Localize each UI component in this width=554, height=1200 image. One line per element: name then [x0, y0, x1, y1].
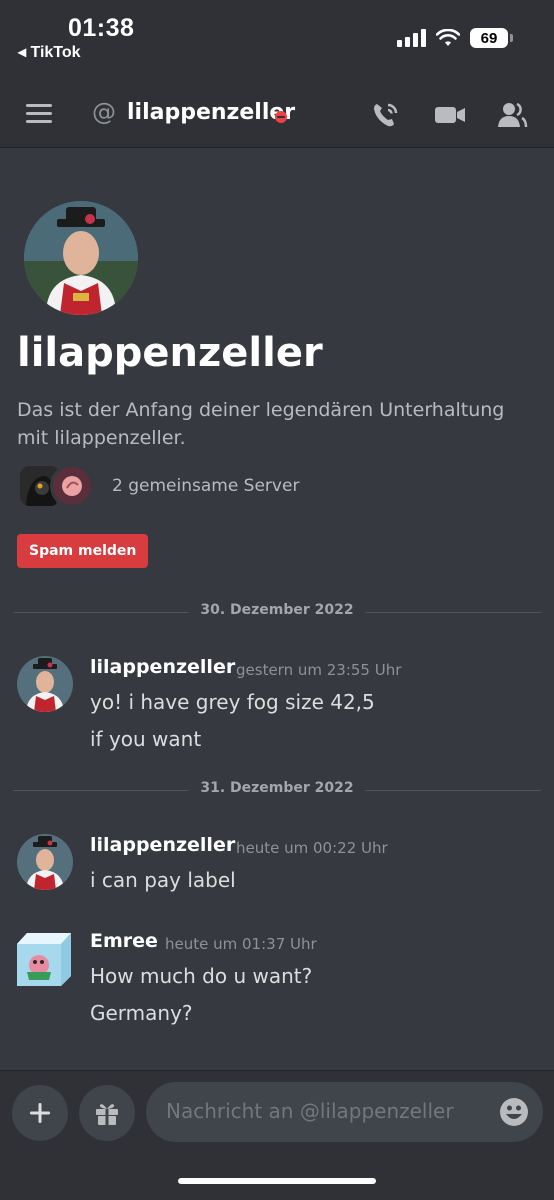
avatar[interactable] [17, 834, 73, 890]
server-icon[interactable] [50, 464, 94, 508]
message-text: Germany? [90, 1001, 193, 1025]
avatar[interactable] [17, 656, 73, 712]
message-text: i can pay label [90, 868, 236, 892]
message-timestamp: heute um 01:37 Uhr [165, 935, 317, 953]
channel-header: @ lilappenzeller [0, 92, 554, 138]
message-author[interactable]: Emree [90, 930, 158, 952]
message-text: yo! i have grey fog size 42,5 [90, 690, 375, 714]
message-input[interactable]: Nachricht an @lilappenzeller [146, 1082, 543, 1142]
gift-icon [96, 1104, 118, 1125]
profile-name: lilappenzeller [17, 330, 323, 376]
message-author[interactable]: lilappenzeller [90, 656, 235, 678]
message-timestamp: gestern um 23:55 Uhr [236, 661, 402, 679]
avatar[interactable] [13, 930, 75, 988]
mutual-servers-label: 2 gemeinsame Server [112, 476, 300, 496]
date-divider: 30. Dezember 2022 [13, 602, 541, 622]
mutual-servers[interactable]: 2 gemeinsame Server [20, 464, 299, 508]
date-divider: 31. Dezember 2022 [13, 780, 541, 800]
battery-icon: 69 [470, 28, 513, 48]
message-text: How much do u want? [90, 964, 313, 988]
menu-icon[interactable] [26, 104, 52, 124]
top-bar: 01:38 ◂ TikTok 69 @ lilappenzeller [0, 0, 554, 148]
plus-icon [30, 1103, 50, 1123]
report-spam-button[interactable]: Spam melden [17, 534, 149, 568]
video-icon[interactable] [434, 100, 466, 130]
wifi-icon [436, 29, 460, 46]
conversation-intro: Das ist der Anfang deiner legendären Unt… [17, 399, 505, 449]
home-indicator[interactable] [178, 1178, 376, 1184]
back-to-app-link[interactable]: ◂ TikTok [18, 42, 81, 62]
dnd-status-icon [275, 111, 287, 123]
members-icon[interactable] [496, 100, 528, 130]
message-text: if you want [90, 727, 202, 751]
profile-avatar[interactable] [24, 201, 138, 315]
add-attachment-button[interactable] [12, 1085, 68, 1141]
gift-button[interactable] [79, 1085, 135, 1141]
status-indicators: 69 [397, 28, 513, 48]
signal-icon [397, 29, 426, 47]
call-icon[interactable] [370, 100, 402, 130]
emoji-icon[interactable] [499, 1097, 529, 1127]
message-author[interactable]: lilappenzeller [90, 834, 235, 856]
status-time: 01:38 [68, 14, 135, 42]
message-timestamp: heute um 00:22 Uhr [236, 839, 388, 857]
message-input-placeholder: Nachricht an @lilappenzeller [166, 1099, 454, 1123]
channel-title[interactable]: lilappenzeller [127, 100, 295, 125]
at-icon: @ [92, 98, 116, 126]
